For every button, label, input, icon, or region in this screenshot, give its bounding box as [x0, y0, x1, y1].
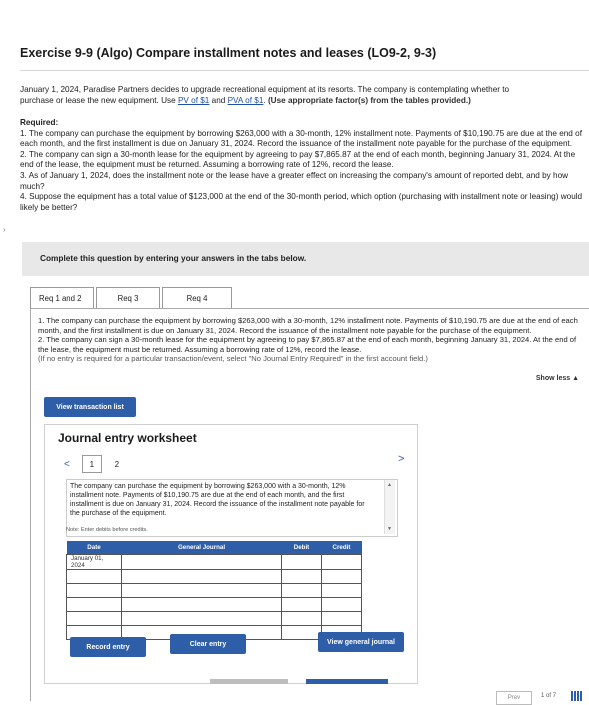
record-entry-button[interactable]: Record entry	[70, 637, 146, 657]
clear-entry-button[interactable]: Clear entry	[170, 634, 246, 654]
intro-text: January 1, 2024, Paradise Partners decid…	[20, 84, 589, 106]
table-row	[66, 583, 362, 598]
page-indicator: 1 of 7	[541, 693, 557, 699]
date-cell[interactable]	[66, 597, 122, 612]
instruction-banner: Complete this question by entering your …	[22, 242, 589, 276]
account-cell[interactable]	[121, 597, 282, 612]
date-cell[interactable]	[66, 569, 122, 584]
col-general-journal: General Journal	[121, 541, 282, 555]
chevron-left-icon[interactable]: <	[64, 459, 70, 470]
factor-note: (Use appropriate factor(s) from the tabl…	[267, 96, 471, 105]
show-less-toggle[interactable]: Show less ▲	[536, 375, 579, 382]
required-item-4: 4. Suppose the equipment has a total val…	[20, 192, 583, 212]
chevron-right-icon[interactable]: >	[398, 453, 404, 465]
date-cell[interactable]: January 01, 2024	[66, 554, 122, 570]
pv-link[interactable]: PV of $1	[178, 96, 209, 105]
worksheet-page-1[interactable]: 1	[81, 455, 102, 473]
table-row	[66, 569, 362, 584]
account-cell[interactable]	[121, 554, 282, 570]
col-debit: Debit	[281, 541, 322, 555]
view-general-journal-button[interactable]: View general journal	[318, 632, 404, 652]
credit-cell[interactable]	[321, 554, 362, 570]
description-scrollbar[interactable]: ▲ ▼	[384, 480, 395, 534]
credit-cell[interactable]	[321, 597, 362, 612]
col-date: Date	[66, 541, 122, 555]
panel-hint: (If no entry is required for a particula…	[38, 354, 428, 363]
tab-req-3[interactable]: Req 3	[96, 287, 160, 309]
progress-segment-active	[306, 679, 388, 684]
panel-req-2: 2. The company can sign a 30-month lease…	[38, 335, 577, 354]
table-row: January 01, 2024	[66, 554, 362, 570]
intro-and: and	[209, 96, 228, 105]
intro-line1: January 1, 2024, Paradise Partners decid…	[20, 85, 510, 94]
entry-note: Note: Enter debits before credits.	[66, 527, 148, 533]
worksheet-page-2[interactable]: 2	[108, 456, 126, 472]
debit-cell[interactable]	[281, 554, 322, 570]
required-item-1: 1. The company can purchase the equipmen…	[20, 128, 582, 149]
worksheet-title: Journal entry worksheet	[58, 431, 197, 445]
entry-description: The company can purchase the equipment b…	[70, 483, 365, 517]
instruction-text: Complete this question by entering your …	[40, 253, 307, 263]
credit-cell[interactable]	[321, 583, 362, 598]
debit-cell[interactable]	[281, 625, 322, 640]
required-item-3: 3. As of January 1, 2024, does the insta…	[20, 170, 569, 191]
pva-link[interactable]: PVA of $1	[228, 96, 264, 105]
scroll-down-icon[interactable]: ▼	[387, 526, 392, 532]
required-heading: Required:	[20, 118, 59, 127]
required-section: Required: 1. The company can purchase th…	[20, 118, 589, 213]
credit-cell[interactable]	[321, 569, 362, 584]
panel-req-1: 1. The company can purchase the equipmen…	[38, 316, 578, 335]
tab-req-1-2[interactable]: Req 1 and 2	[30, 287, 94, 309]
date-cell[interactable]	[66, 583, 122, 598]
debit-cell[interactable]	[281, 597, 322, 612]
debit-cell[interactable]	[281, 583, 322, 598]
col-credit: Credit	[321, 541, 362, 555]
journal-table: Date General Journal Debit Credit Januar…	[66, 541, 362, 640]
account-cell[interactable]	[121, 583, 282, 598]
required-item-2: 2. The company can sign a 30-month lease…	[20, 149, 576, 170]
progress-segment	[210, 679, 288, 684]
intro-line2: purchase or lease the new equipment. Use	[20, 96, 178, 105]
page-title: Exercise 9-9 (Algo) Compare installment …	[20, 46, 437, 60]
scroll-up-icon[interactable]: ▲	[387, 482, 392, 488]
tab-req-4[interactable]: Req 4	[162, 287, 232, 309]
account-cell[interactable]	[121, 611, 282, 626]
credit-cell[interactable]	[321, 611, 362, 626]
worksheet-pager: < 1 2	[64, 455, 132, 473]
table-row	[66, 597, 362, 612]
prev-button[interactable]: Prev	[496, 691, 532, 705]
collapse-arrow-icon[interactable]: ›	[3, 225, 6, 234]
tab-bar: Req 1 and 2 Req 3 Req 4	[30, 287, 234, 309]
panel-instructions: 1. The company can purchase the equipmen…	[38, 316, 583, 364]
debit-cell[interactable]	[281, 611, 322, 626]
view-transaction-list-button[interactable]: View transaction list	[44, 397, 136, 417]
debit-cell[interactable]	[281, 569, 322, 584]
divider	[20, 70, 589, 71]
date-cell[interactable]	[66, 611, 122, 626]
table-row	[66, 611, 362, 626]
account-cell[interactable]	[121, 569, 282, 584]
